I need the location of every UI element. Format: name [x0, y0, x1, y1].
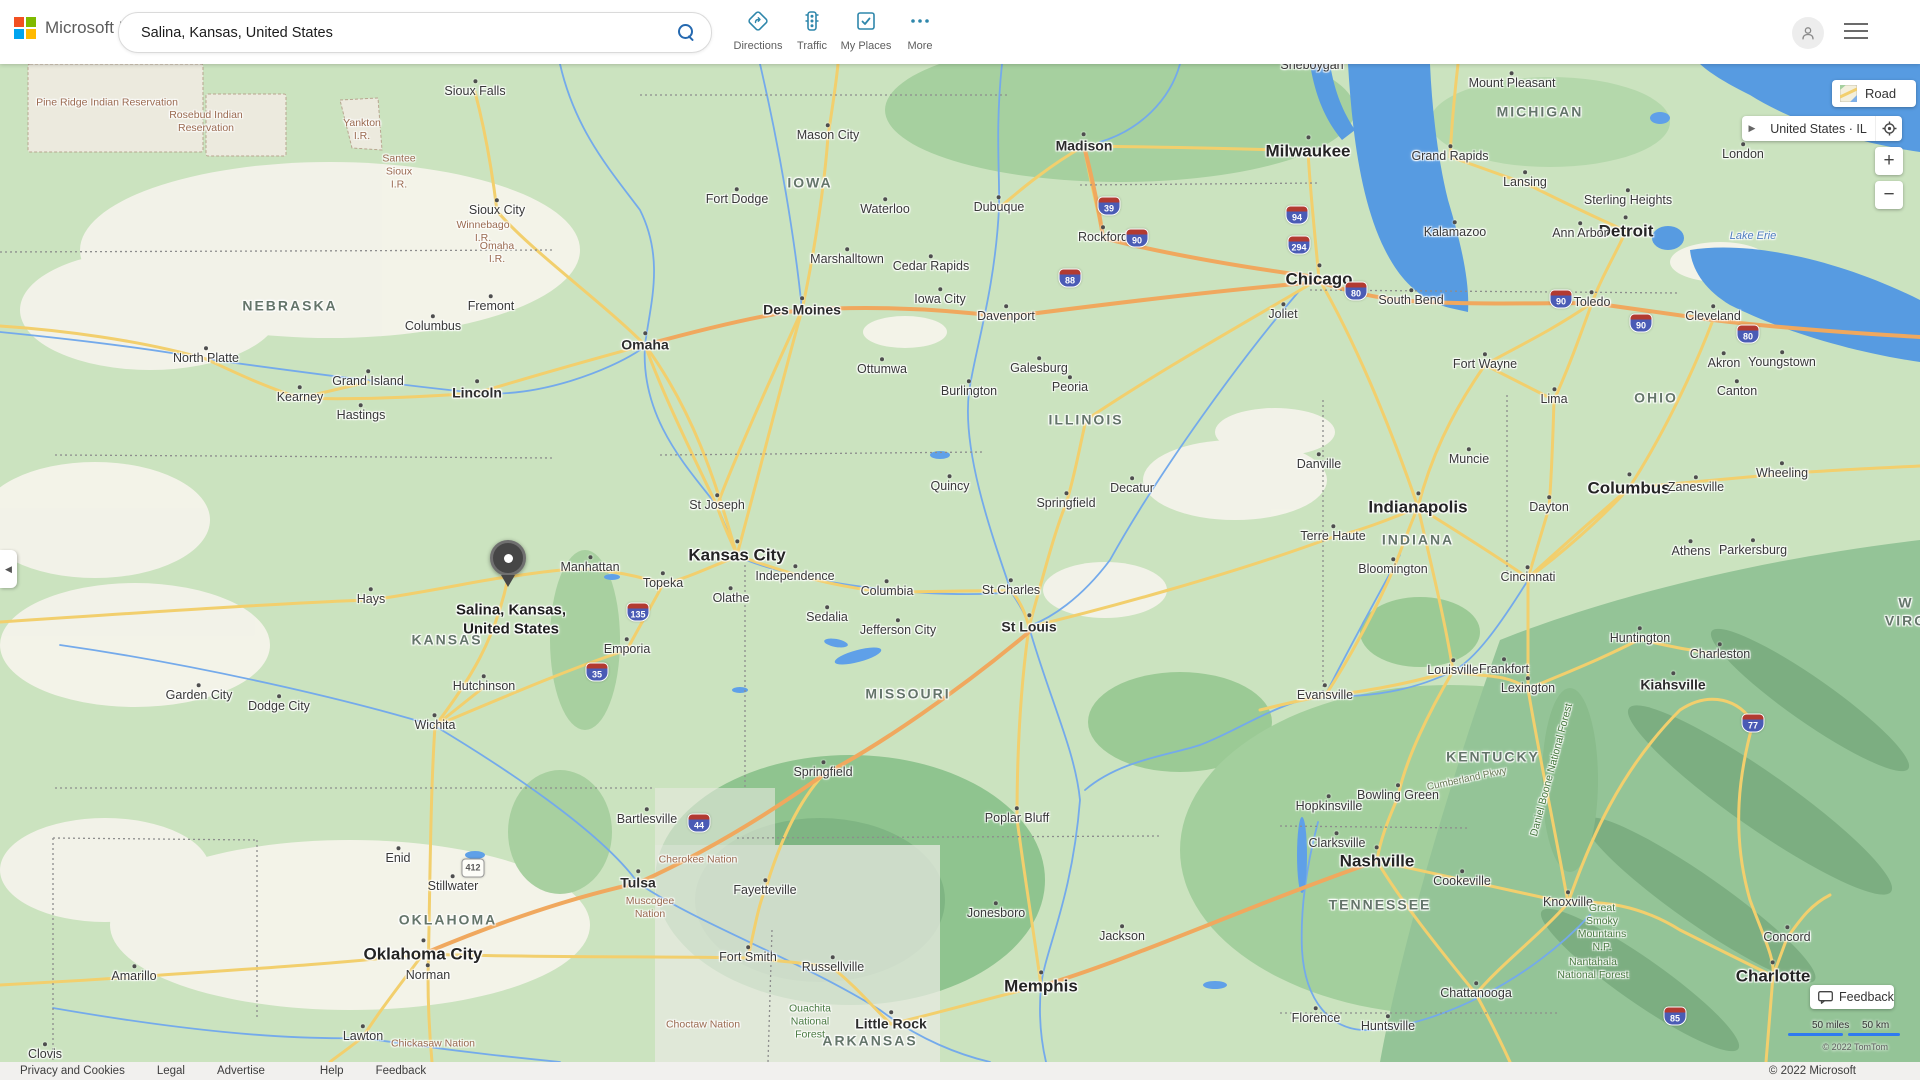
search-icon[interactable] — [678, 24, 695, 41]
map-attribution: © 2022 TomTom — [1823, 1042, 1889, 1052]
location-pin[interactable] — [488, 540, 528, 592]
footer-link[interactable]: Privacy and Cookies — [20, 1065, 125, 1077]
pin-head-icon — [490, 540, 526, 576]
map-canvas — [0, 0, 1920, 1080]
footer-link[interactable]: Legal — [157, 1065, 185, 1077]
footer-link[interactable]: Advertise — [217, 1065, 265, 1077]
speech-bubble-icon — [1818, 991, 1833, 1004]
footer-bar: Privacy and Cookies Legal Advertise Help Fee… — [0, 1062, 1920, 1080]
ellipsis-icon — [908, 9, 932, 33]
breadcrumb: ▶ United States · IL — [1742, 116, 1902, 141]
top-bar: Microsoft Bing Directions Traffic My Pla… — [0, 0, 1920, 64]
map-style-button[interactable]: Road — [1832, 80, 1916, 107]
person-icon — [1798, 23, 1818, 43]
scale-km-bar — [1848, 1033, 1900, 1036]
locate-icon — [1882, 121, 1897, 136]
sidebar-collapse-tab[interactable]: ◀ — [0, 550, 17, 588]
traffic-light-icon — [800, 9, 824, 33]
scale-km-label: 50 km — [1862, 1020, 1889, 1031]
checkbox-icon — [854, 9, 878, 33]
nav-label: More — [887, 40, 953, 52]
microsoft-logo-icon — [14, 17, 36, 39]
feedback-label: Feedback — [1839, 990, 1894, 1004]
map-style-label: Road — [1865, 86, 1896, 101]
map-style-icon — [1840, 85, 1857, 102]
menu-icon[interactable] — [1844, 23, 1868, 41]
breadcrumb-label[interactable]: United States · IL — [1762, 122, 1875, 136]
footer-link[interactable]: Help — [320, 1065, 344, 1077]
pin-tail — [501, 575, 515, 587]
map-feedback-button[interactable]: Feedback — [1810, 985, 1894, 1009]
search-input[interactable] — [139, 24, 678, 42]
search-box[interactable] — [118, 12, 712, 53]
pin-label: Salina, Kansas, United States — [456, 601, 566, 639]
breadcrumb-expand-icon[interactable]: ▶ — [1742, 123, 1762, 134]
footer-copyright: © 2022 Microsoft — [1769, 1065, 1856, 1077]
profile-avatar[interactable] — [1792, 17, 1824, 49]
locate-me-button[interactable] — [1875, 116, 1902, 141]
nav-more[interactable]: More — [887, 9, 953, 52]
footer-link[interactable]: Feedback — [376, 1065, 427, 1077]
scale-miles-bar — [1788, 1033, 1843, 1036]
map-viewport[interactable]: NEBRASKAIOWAILLINOISKANSASMISSOURIINDIAN… — [0, 0, 1920, 1080]
scale-miles-label: 50 miles — [1812, 1020, 1849, 1031]
zoom-in-button[interactable]: + — [1875, 147, 1903, 175]
footer-links: Privacy and Cookies Legal Advertise Help Fee… — [0, 1065, 458, 1077]
zoom-out-button[interactable]: − — [1875, 181, 1903, 209]
directions-icon — [746, 9, 770, 33]
